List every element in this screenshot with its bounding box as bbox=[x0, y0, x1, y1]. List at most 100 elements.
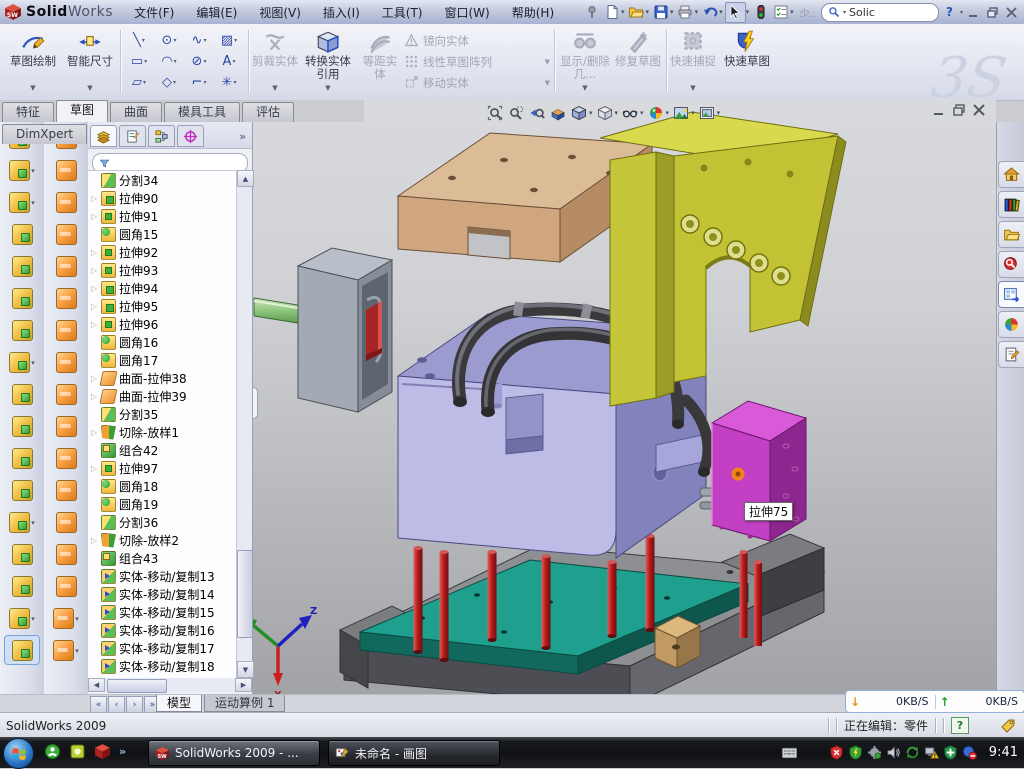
search-scope-caret[interactable]: ▾ bbox=[843, 9, 846, 16]
menu-item-0[interactable]: 文件(F) bbox=[123, 4, 185, 22]
tree-item[interactable]: ▷拉伸93 bbox=[88, 261, 237, 279]
expand-arrow[interactable]: ▷ bbox=[91, 536, 101, 545]
print-icon[interactable] bbox=[676, 3, 695, 22]
smart-dimension-button[interactable]: 智能尺寸 ▼ bbox=[64, 27, 116, 95]
volume-tray-icon[interactable] bbox=[886, 745, 901, 760]
next-tab-button[interactable]: › bbox=[126, 696, 143, 713]
scroll-down-button[interactable]: ▼ bbox=[237, 661, 254, 678]
ribbon-tab-1[interactable]: 草图 bbox=[56, 100, 108, 122]
part-clamp-block[interactable] bbox=[298, 248, 392, 412]
tree-item[interactable]: 实体-移动/复制16 bbox=[88, 621, 237, 639]
expand-arrow[interactable]: ▷ bbox=[91, 464, 101, 473]
tree-item[interactable]: 实体-移动/复制17 bbox=[88, 639, 237, 657]
edit-appearance-dropdown[interactable]: ▾ bbox=[666, 109, 670, 117]
expand-arrow[interactable]: ▷ bbox=[91, 248, 101, 257]
linear-pattern-button[interactable]: ▾ bbox=[3, 347, 41, 378]
hscroll-thumb[interactable] bbox=[107, 679, 167, 693]
expand-arrow[interactable]: ▷ bbox=[91, 302, 101, 311]
dropdown-caret[interactable]: ▾ bbox=[31, 519, 35, 527]
freeform-button[interactable]: ▾ bbox=[47, 635, 85, 666]
menu-item-2[interactable]: 视图(V) bbox=[248, 4, 312, 22]
tree-item[interactable]: 实体-移动/复制13 bbox=[88, 567, 237, 585]
combine-button[interactable] bbox=[3, 443, 41, 474]
pin-icon[interactable] bbox=[582, 3, 601, 22]
view-settings-dropdown[interactable]: ▾ bbox=[717, 109, 721, 117]
tree-item[interactable]: 圆角17 bbox=[88, 351, 237, 369]
tree-horizontal-scrollbar[interactable]: ◀ ▶ bbox=[88, 678, 252, 692]
boundary-surface-button[interactable] bbox=[47, 251, 85, 282]
hide-show-items-icon[interactable] bbox=[621, 104, 639, 122]
zoom-area-icon[interactable] bbox=[507, 104, 525, 122]
split-button[interactable] bbox=[3, 411, 41, 442]
section-view-icon[interactable] bbox=[549, 104, 567, 122]
expand-arrow[interactable]: ▷ bbox=[91, 320, 101, 329]
minimize-button[interactable] bbox=[965, 4, 982, 21]
ribbon-tab-4[interactable]: 评估 bbox=[242, 102, 294, 122]
file-explorer-tab[interactable] bbox=[998, 221, 1024, 248]
open-icon[interactable] bbox=[627, 3, 646, 22]
property-manager-tab[interactable] bbox=[119, 125, 146, 147]
tree-item[interactable]: 实体-移动/复制14 bbox=[88, 585, 237, 603]
feature-manager-tab[interactable] bbox=[90, 125, 117, 147]
menu-item-5[interactable]: 窗口(W) bbox=[434, 4, 501, 22]
apply-scene-dropdown[interactable]: ▾ bbox=[691, 109, 695, 117]
swept-boss-button[interactable] bbox=[3, 219, 41, 250]
security-suite-tray-icon[interactable] bbox=[848, 745, 863, 760]
tree-item[interactable]: ▷拉伸91 bbox=[88, 207, 237, 225]
move-copy-button[interactable] bbox=[3, 475, 41, 506]
quick-tips-button[interactable]: ? bbox=[951, 717, 969, 734]
tree-item[interactable]: 分割35 bbox=[88, 405, 237, 423]
expand-arrow[interactable]: ▷ bbox=[91, 266, 101, 275]
dropdown-caret[interactable]: ▾ bbox=[233, 79, 236, 86]
open-dropdown[interactable]: ▾ bbox=[646, 8, 650, 16]
tree-item[interactable]: ▷曲面-拉伸39 bbox=[88, 387, 237, 405]
dropdown-caret[interactable]: ▾ bbox=[173, 37, 176, 44]
fillet-button[interactable]: ▾ bbox=[3, 187, 41, 218]
display-style-icon[interactable] bbox=[596, 104, 614, 122]
ribbon-tab-3[interactable]: 模具工具 bbox=[164, 102, 240, 122]
taskbar-window-1[interactable]: 未命名 - 画图 bbox=[328, 740, 500, 766]
tree-item[interactable]: ▷拉伸95 bbox=[88, 297, 237, 315]
replace-face-button[interactable] bbox=[47, 475, 85, 506]
apply-scene-icon[interactable] bbox=[672, 104, 690, 122]
health-shield-tray-icon[interactable] bbox=[943, 745, 958, 760]
update-manager-tray-icon[interactable] bbox=[867, 745, 882, 760]
text-icon[interactable]: A▾ bbox=[214, 51, 244, 72]
taskbar-clock[interactable]: 9:41 bbox=[989, 745, 1018, 760]
polygon-icon[interactable]: ◇▾ bbox=[154, 72, 184, 93]
configuration-manager-tab[interactable] bbox=[148, 125, 175, 147]
menu-item-3[interactable]: 插入(I) bbox=[312, 4, 371, 22]
ellipse-icon[interactable]: ⊘▾ bbox=[184, 51, 214, 72]
dropdown-caret[interactable]: ▾ bbox=[144, 58, 147, 65]
sketch-dropdown[interactable]: ▼ bbox=[30, 82, 35, 95]
tree-item[interactable]: ▷拉伸96 bbox=[88, 315, 237, 333]
select-box-icon[interactable]: ▨▾ bbox=[214, 30, 244, 51]
view-orientation-icon[interactable] bbox=[570, 104, 588, 122]
rapid-sketch-button[interactable]: 快速草图 bbox=[722, 27, 772, 95]
close-button[interactable] bbox=[1003, 4, 1020, 21]
expand-arrow[interactable]: ▷ bbox=[91, 194, 101, 203]
doc-close-button[interactable] bbox=[972, 103, 986, 117]
menu-item-4[interactable]: 工具(T) bbox=[371, 4, 434, 22]
rectangle-icon[interactable]: ▭▾ bbox=[124, 51, 154, 72]
trim-surface-button[interactable] bbox=[47, 571, 85, 602]
point-icon[interactable]: ✳▾ bbox=[214, 72, 244, 93]
ribbon-tab-2[interactable]: 曲面 bbox=[110, 102, 162, 122]
select-icon[interactable] bbox=[725, 2, 746, 23]
spline-icon[interactable]: ∿▾ bbox=[184, 30, 214, 51]
taskbar-window-0[interactable]: SWSolidWorks 2009 - ... bbox=[148, 740, 320, 766]
tree-item[interactable]: 分割36 bbox=[88, 513, 237, 531]
select-dropdown[interactable]: ▾ bbox=[746, 8, 750, 16]
dropdown-caret[interactable]: ▾ bbox=[31, 615, 35, 623]
zoom-fit-icon[interactable] bbox=[486, 104, 504, 122]
tree-item[interactable]: 圆角19 bbox=[88, 495, 237, 513]
help-button[interactable]: ? bbox=[941, 4, 958, 21]
solidworks-search-tab[interactable] bbox=[998, 251, 1024, 278]
reference-plane-button[interactable] bbox=[3, 539, 41, 570]
view-palette-tab[interactable] bbox=[998, 281, 1024, 308]
save-dropdown[interactable]: ▾ bbox=[670, 8, 674, 16]
display-style-dropdown[interactable]: ▾ bbox=[615, 109, 619, 117]
sync-center-tray-icon[interactable] bbox=[905, 745, 920, 760]
thicken-button[interactable] bbox=[47, 379, 85, 410]
tree-item[interactable]: 组合42 bbox=[88, 441, 237, 459]
